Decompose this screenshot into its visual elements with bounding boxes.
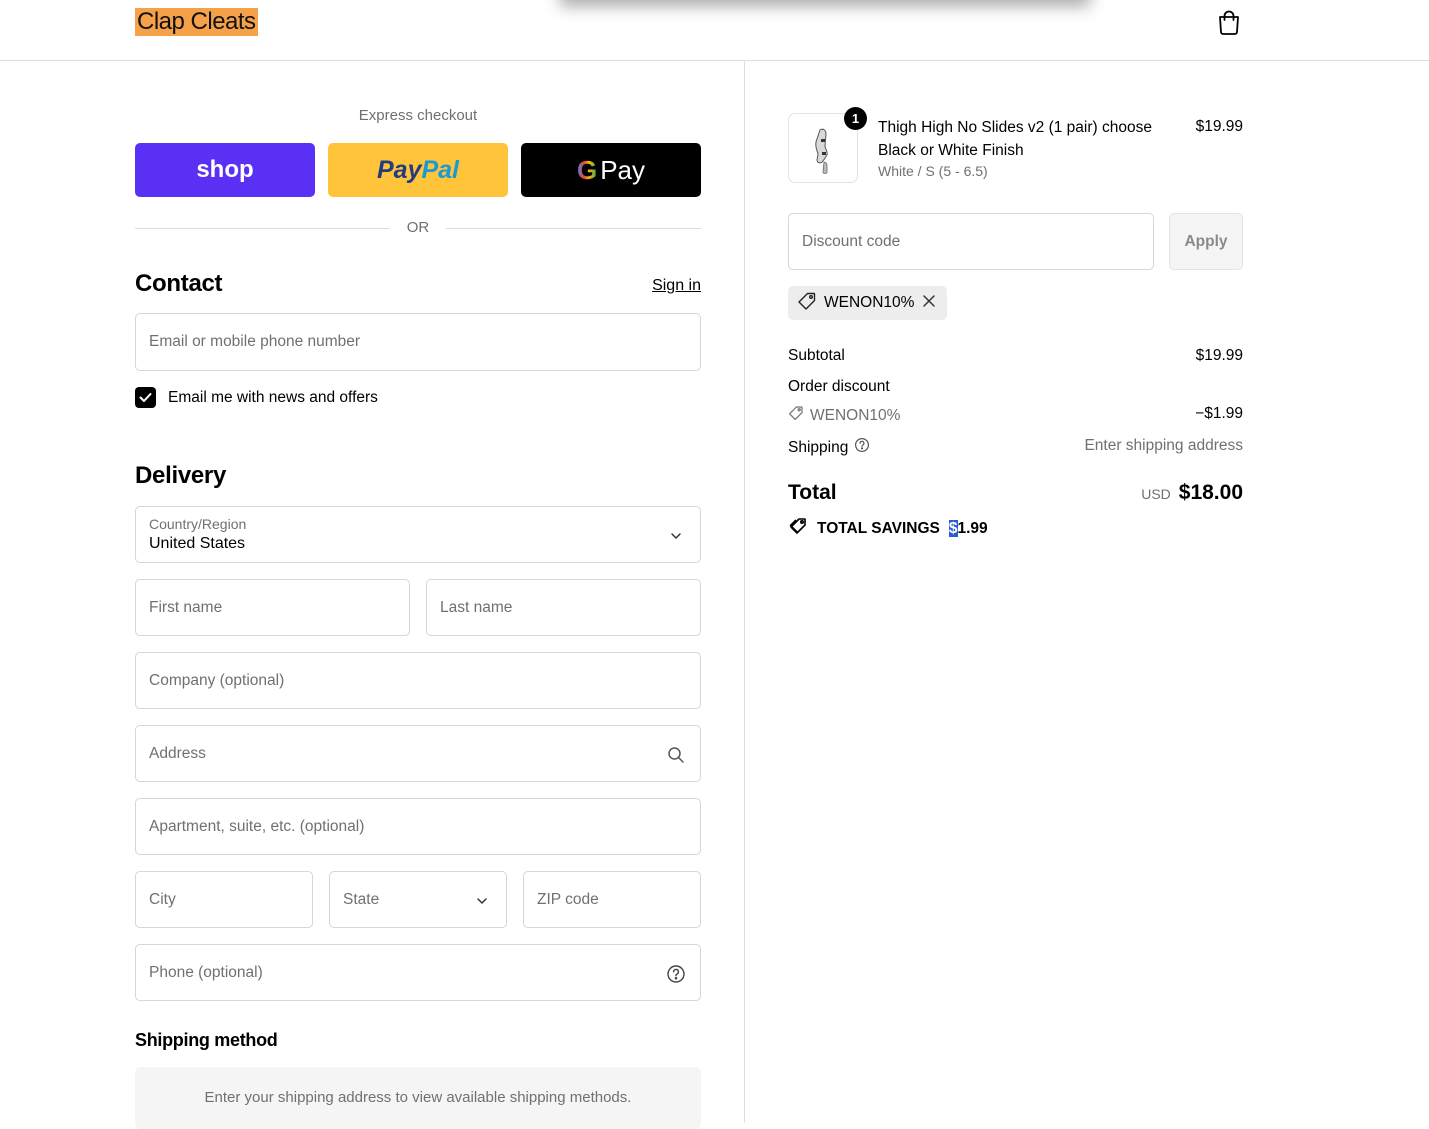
paypal-label-pay: Pay — [376, 155, 422, 184]
shipping-method-heading: Shipping method — [135, 1030, 278, 1050]
shipping-method-message: Enter your shipping address to view avai… — [204, 1089, 632, 1106]
column-divider — [744, 61, 745, 1123]
chevron-down-icon — [472, 891, 492, 911]
contact-heading: Contact — [135, 270, 223, 297]
discount-code-placeholder: Discount code — [802, 233, 901, 250]
address-field[interactable]: Address — [135, 725, 701, 782]
zip-field[interactable]: ZIP code — [523, 871, 701, 928]
country-label: Country/Region — [149, 516, 247, 532]
selected-text: $ — [948, 519, 958, 537]
first-name-placeholder: First name — [149, 599, 223, 616]
first-name-field[interactable]: First name — [135, 579, 410, 636]
product-name: Thigh High No Slides v2 (1 pair) choose … — [878, 119, 1152, 159]
paypal-label-pal: Pal — [421, 155, 459, 184]
tag-icon — [788, 405, 804, 426]
state-select[interactable]: State — [329, 871, 507, 928]
discount-code-field[interactable]: Discount code — [788, 213, 1154, 270]
order-discount-code: WENON10% — [810, 406, 901, 424]
chevron-down-icon — [666, 526, 686, 546]
help-circle-icon[interactable] — [854, 437, 870, 458]
checkmark-icon — [139, 393, 152, 402]
shipping-row: Shipping — [788, 437, 870, 458]
or-separator: OR — [135, 219, 701, 237]
order-discount-label: Order discount — [788, 378, 890, 395]
city-placeholder: City — [149, 891, 176, 908]
apartment-placeholder: Apartment, suite, etc. (optional) — [149, 818, 365, 835]
paypal-button[interactable]: Pay Pal — [328, 143, 508, 197]
delivery-heading: Delivery — [135, 462, 226, 489]
email-placeholder: Email or mobile phone number — [149, 333, 361, 350]
newsletter-checkbox[interactable] — [135, 387, 156, 408]
currency-code: USD — [1141, 486, 1171, 502]
phone-field[interactable]: Phone (optional) — [135, 944, 701, 1001]
order-discount-code-row: WENON10% — [788, 405, 900, 426]
product-variant: White / S (5 - 6.5) — [878, 163, 988, 179]
quantity-badge: 1 — [844, 107, 867, 130]
apartment-field[interactable]: Apartment, suite, etc. (optional) — [135, 798, 701, 855]
close-icon[interactable] — [921, 293, 937, 314]
zip-placeholder: ZIP code — [537, 891, 599, 908]
subtotal-label: Subtotal — [788, 347, 845, 364]
company-field[interactable]: Company (optional) — [135, 652, 701, 709]
newsletter-label: Email me with news and offers — [168, 389, 378, 406]
total-label: Total — [788, 481, 837, 504]
google-g-icon: G — [576, 154, 598, 185]
or-label: OR — [406, 219, 430, 236]
last-name-placeholder: Last name — [440, 599, 513, 616]
sign-in-link[interactable]: Sign in — [652, 277, 701, 295]
subtotal-value: $19.99 — [1195, 347, 1243, 364]
total-savings-amount: 1.99 — [957, 519, 988, 537]
shopping-bag-icon[interactable] — [1215, 8, 1243, 36]
applied-discount-code: WENON10% — [824, 294, 915, 311]
total-savings-label: TOTAL SAVINGS — [817, 519, 940, 537]
google-pay-button[interactable]: G Pay — [521, 143, 701, 197]
city-field[interactable]: City — [135, 871, 313, 928]
search-icon — [666, 745, 686, 765]
state-placeholder: State — [343, 891, 380, 908]
shop-pay-button[interactable]: shop — [135, 143, 315, 197]
applied-discount-chip: WENON10% — [788, 286, 948, 320]
total-value: $18.00 — [1178, 481, 1243, 504]
apply-discount-button[interactable]: Apply — [1169, 213, 1243, 270]
tag-icon — [797, 291, 817, 316]
country-value: United States — [149, 535, 246, 552]
shop-pay-label: shop — [196, 156, 254, 183]
total-savings-row: TOTAL SAVINGS $1.99 — [788, 516, 988, 541]
email-field[interactable]: Email or mobile phone number — [135, 313, 701, 371]
shipping-label: Shipping — [788, 438, 849, 456]
shipping-method-notice: Enter your shipping address to view avai… — [135, 1067, 701, 1129]
help-circle-icon[interactable] — [666, 964, 686, 984]
google-pay-label: Pay — [600, 154, 646, 185]
country-select[interactable]: Country/Region United States — [135, 506, 701, 563]
order-discount-value: −$1.99 — [1195, 405, 1243, 422]
header: Clap Cleats — [0, 0, 1429, 61]
product-price: $19.99 — [1195, 118, 1243, 135]
company-placeholder: Company (optional) — [149, 672, 285, 689]
savings-tag-icon — [788, 516, 808, 541]
brand-logo[interactable]: Clap Cleats — [135, 8, 258, 36]
last-name-field[interactable]: Last name — [426, 579, 701, 636]
shipping-value: Enter shipping address — [1084, 437, 1243, 454]
phone-placeholder: Phone (optional) — [149, 964, 263, 981]
address-placeholder: Address — [149, 745, 206, 762]
express-checkout-label: Express checkout — [358, 107, 478, 124]
total-savings-value: $1.99 — [948, 519, 988, 538]
total-amount: USD $18.00 — [1141, 481, 1243, 505]
